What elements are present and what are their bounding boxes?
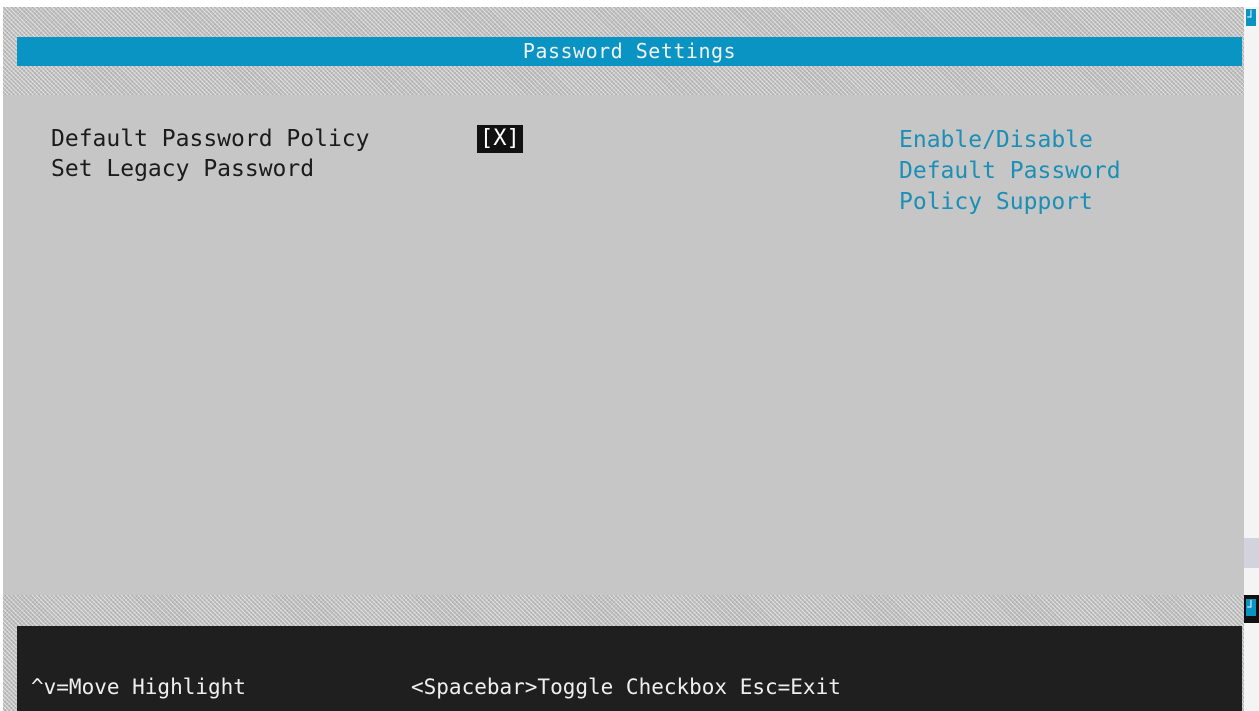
menu-item-default-password-policy[interactable]: Default Password Policy bbox=[51, 124, 370, 154]
default-password-policy-checkbox[interactable]: [X] bbox=[477, 125, 523, 153]
top-dither-band: Password Settings bbox=[3, 7, 1244, 95]
page-title: Password Settings bbox=[17, 37, 1242, 66]
toggle-exit-hint: <Spacebar>Toggle Checkbox Esc=Exit bbox=[411, 675, 841, 699]
corner-mark-icon: ┘ bbox=[1246, 9, 1256, 26]
help-text: Enable/Disable Default Password Policy S… bbox=[899, 125, 1121, 218]
corner-mark-icon: ┘ bbox=[1246, 599, 1256, 616]
help-line: Policy Support bbox=[899, 189, 1093, 215]
menu-item-set-legacy-password[interactable]: Set Legacy Password bbox=[51, 154, 314, 184]
bottom-dither-band: ^v=Move Highlight <Spacebar>Toggle Check… bbox=[3, 595, 1244, 711]
help-line: Default Password bbox=[899, 158, 1121, 184]
help-line: Enable/Disable bbox=[899, 127, 1093, 153]
status-bar: ^v=Move Highlight <Spacebar>Toggle Check… bbox=[17, 626, 1242, 711]
scrollbar-thumb[interactable] bbox=[1244, 538, 1259, 568]
bios-setup-screen: Password Settings Default Password Polic… bbox=[3, 7, 1259, 711]
move-highlight-hint: ^v=Move Highlight bbox=[31, 675, 246, 699]
